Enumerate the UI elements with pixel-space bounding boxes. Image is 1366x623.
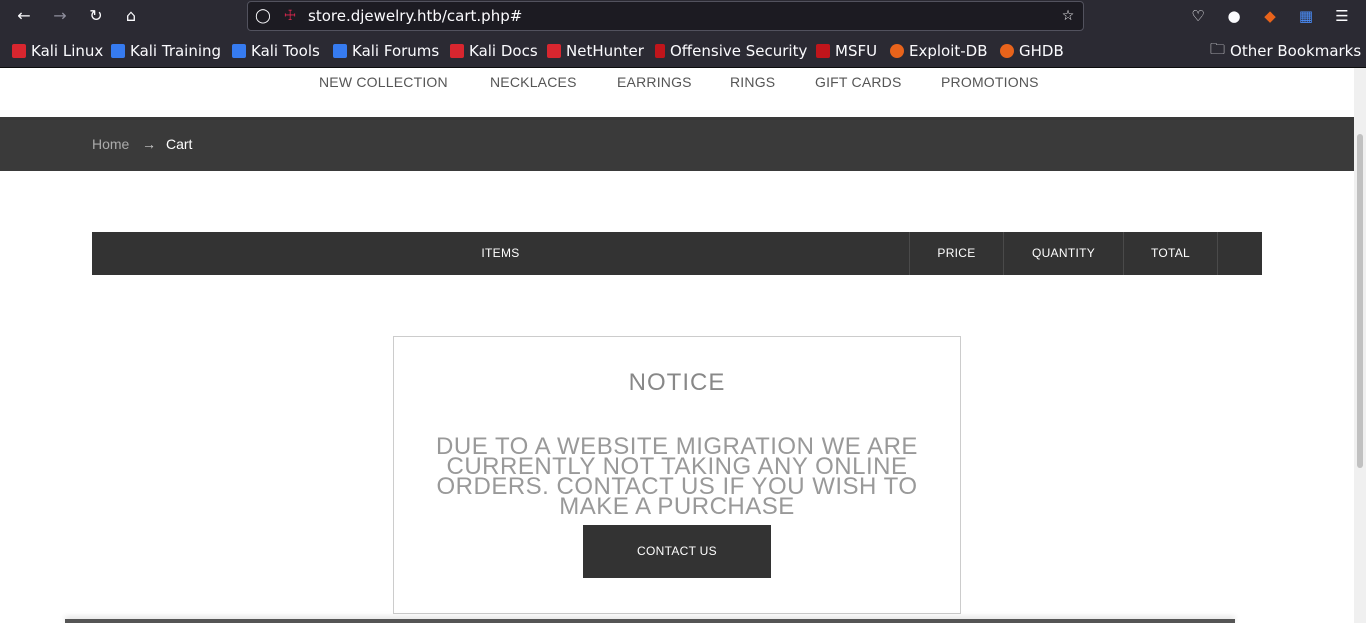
nav-necklaces[interactable]: NECKLACES: [490, 74, 577, 90]
contact-us-button[interactable]: CONTACT US: [583, 525, 771, 578]
notice-message: DUE TO A WEBSITE MIGRATION WE ARE CURREN…: [436, 433, 918, 520]
bookmark-kali-forums[interactable]: Kali Forums: [333, 41, 439, 61]
bookmark-kali-docs[interactable]: Kali Docs: [450, 41, 538, 61]
url-bar[interactable]: ◯ ☩ store.djewelry.htb/cart.php# ☆: [247, 1, 1084, 31]
bookmarks-bar: Kali Linux Kali Training Kali Tools Kali…: [0, 32, 1366, 68]
header-items: ITEMS: [481, 246, 520, 260]
ghdb-icon: [1000, 44, 1014, 58]
notice-box: NOTICE DUE TO A WEBSITE MIGRATION WE ARE…: [393, 336, 961, 614]
offsec-icon: [655, 44, 665, 58]
breadcrumb-arrow-icon: →: [142, 136, 156, 152]
breadcrumb: Home → Cart: [0, 117, 1354, 171]
bookmark-label: Exploit-DB: [909, 42, 988, 60]
bookmark-label: Kali Training: [130, 42, 222, 60]
msfu-icon: [816, 44, 830, 58]
nav-earrings[interactable]: EARRINGS: [617, 74, 692, 90]
bookmark-label: Kali Tools: [251, 42, 320, 60]
nav-gift-cards[interactable]: GIFT CARDS: [815, 74, 902, 90]
reload-icon[interactable]: ↻: [83, 3, 109, 29]
column-divider: [1217, 232, 1218, 275]
bookmark-star-icon[interactable]: ☆: [1058, 6, 1078, 26]
bookmark-kali-linux[interactable]: Kali Linux: [12, 41, 103, 61]
breadcrumb-current: Cart: [166, 136, 193, 152]
header-price: PRICE: [937, 246, 976, 260]
account-icon[interactable]: ●: [1221, 3, 1247, 29]
kali-docs-icon: [450, 44, 464, 58]
kali-icon: [232, 44, 246, 58]
insecure-lock-icon[interactable]: ☩: [280, 6, 300, 26]
menu-icon[interactable]: ☰: [1329, 3, 1355, 29]
home-icon[interactable]: ⌂: [118, 3, 144, 29]
bookmark-label: Kali Docs: [469, 42, 538, 60]
bookmark-ghdb[interactable]: GHDB: [1000, 41, 1064, 61]
kali-icon: [12, 44, 26, 58]
bookmark-nethunter[interactable]: NetHunter: [547, 41, 644, 61]
scroll-thumb[interactable]: [1357, 134, 1363, 468]
bookmark-kali-tools[interactable]: Kali Tools: [232, 41, 320, 61]
cart-table-header: ITEMS PRICE QUANTITY TOTAL: [92, 232, 1262, 275]
bookmark-offensive-security[interactable]: Offensive Security: [655, 41, 807, 61]
bookmark-label: Kali Linux: [31, 42, 104, 60]
url-text[interactable]: store.djewelry.htb/cart.php#: [308, 7, 522, 25]
browser-toolbar: ← → ↻ ⌂ ◯ ☩ store.djewelry.htb/cart.php#…: [0, 0, 1366, 32]
nav-promotions[interactable]: PROMOTIONS: [941, 74, 1039, 90]
extension-icon[interactable]: ◆: [1257, 3, 1283, 29]
header-total: TOTAL: [1150, 246, 1191, 260]
bookmark-exploit-db[interactable]: Exploit-DB: [890, 41, 988, 61]
bookmark-label: GHDB: [1019, 42, 1064, 60]
bookmark-msfu[interactable]: MSFU: [816, 41, 877, 61]
bookmark-label: MSFU: [835, 42, 878, 60]
bookmark-label: Offensive Security: [670, 42, 808, 60]
back-icon[interactable]: ←: [11, 3, 37, 29]
nav-new-collection[interactable]: NEW COLLECTION: [319, 74, 448, 90]
kali-icon: [111, 44, 125, 58]
pocket-icon[interactable]: ♡: [1185, 3, 1211, 29]
exploit-db-icon: [890, 44, 904, 58]
page-scrollbar[interactable]: [1354, 68, 1366, 623]
bookmark-label: NetHunter: [566, 42, 644, 60]
nav-rings[interactable]: RINGS: [730, 74, 775, 90]
footer-edge: [65, 619, 1235, 623]
kali-icon: [333, 44, 347, 58]
bookmark-label: Kali Forums: [352, 42, 440, 60]
translate-icon[interactable]: ▦: [1293, 3, 1319, 29]
other-bookmarks[interactable]: 🗀 Other Bookmarks: [1210, 39, 1362, 61]
kali-icon: [547, 44, 561, 58]
notice-title: NOTICE: [628, 369, 726, 396]
breadcrumb-home[interactable]: Home: [92, 136, 129, 152]
bookmark-kali-training[interactable]: Kali Training: [111, 41, 221, 61]
other-bookmarks-label: Other Bookmarks: [1230, 42, 1362, 60]
header-quantity: QUANTITY: [1031, 246, 1096, 260]
folder-icon: 🗀: [1210, 39, 1226, 58]
shield-icon[interactable]: ◯: [253, 6, 273, 26]
site-nav: NEW COLLECTION NECKLACES EARRINGS RINGS …: [0, 68, 1354, 117]
forward-icon[interactable]: →: [47, 3, 73, 29]
